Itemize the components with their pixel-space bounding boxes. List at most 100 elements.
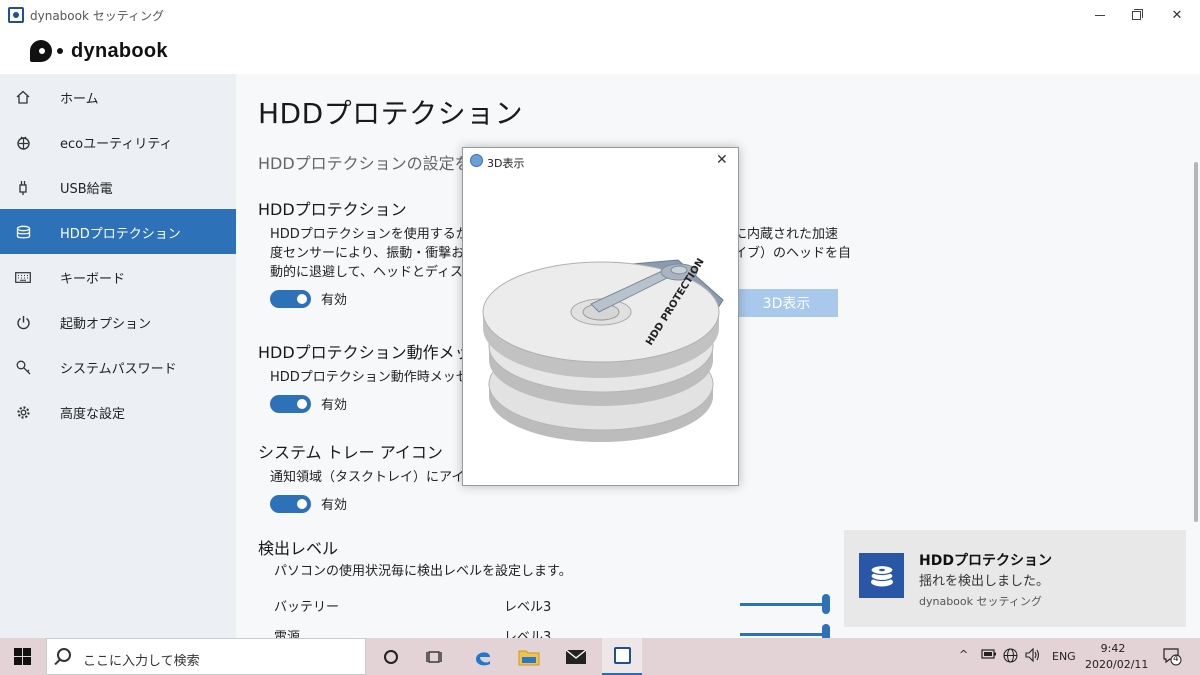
- message-toggle-row: 有効: [270, 394, 347, 413]
- taskbar: ここに入力して検索 ^ ENG 9:42 2020/02/11 4: [0, 638, 1200, 675]
- slider-track: [740, 633, 830, 636]
- app-icon: [8, 7, 24, 23]
- dynabook-settings-icon: [614, 647, 631, 664]
- hdd-protection-app-icon: [859, 553, 904, 598]
- battery-icon[interactable]: [981, 648, 997, 663]
- sidebar: ホーム ecoユーティリティ USB給電 HDDプロテクション キーボード 起動…: [0, 74, 236, 638]
- cortana-button[interactable]: [376, 642, 406, 672]
- windows-logo-icon: [14, 648, 22, 656]
- logo-dot: [57, 48, 63, 54]
- folder-icon: [518, 650, 540, 666]
- hdd-protection-toggle[interactable]: [270, 289, 311, 308]
- minimize-icon: [1095, 14, 1105, 16]
- cortana-icon: [384, 650, 398, 664]
- sidebar-item-advanced-settings[interactable]: 高度な設定: [0, 389, 236, 434]
- sidebar-item-system-password[interactable]: システムパスワード: [0, 344, 236, 389]
- sidebar-item-label: USB給電: [60, 182, 113, 197]
- sidebar-item-keyboard[interactable]: キーボード: [0, 254, 236, 299]
- mail-icon: [565, 649, 587, 664]
- sidebar-item-home[interactable]: ホーム: [0, 74, 236, 119]
- keyboard-icon: [14, 268, 32, 286]
- battery-level-slider[interactable]: [740, 594, 830, 614]
- show-hidden-icons-button[interactable]: ^: [959, 648, 968, 661]
- windows-logo-icon: [23, 648, 31, 656]
- sidebar-item-label: キーボード: [60, 272, 126, 287]
- level-row-value-ac: レベル3: [504, 630, 552, 638]
- database-icon: [14, 223, 32, 241]
- description-line: イブ）のヘッドを自: [734, 246, 852, 261]
- description-line: に内蔵された加速: [734, 227, 839, 242]
- network-globe-icon[interactable]: [1003, 648, 1018, 666]
- toast-title: HDDプロテクション: [919, 553, 1052, 569]
- sidebar-item-hdd-protection[interactable]: HDDプロテクション: [0, 209, 236, 254]
- input-language-indicator[interactable]: ENG: [1052, 650, 1076, 663]
- page-description: HDDプロテクションの設定を行: [258, 154, 487, 173]
- search-placeholder: ここに入力して検索: [83, 654, 200, 669]
- restore-icon: [1131, 8, 1143, 20]
- 3d-view-button[interactable]: 3D表示: [735, 289, 838, 317]
- system-clock[interactable]: 9:42 2020/02/11: [1085, 641, 1149, 673]
- close-button[interactable]: ✕: [1154, 0, 1200, 30]
- sidebar-item-eco[interactable]: ecoユーティリティ: [0, 119, 236, 164]
- level-row-label-ac: 電源: [274, 630, 301, 638]
- gear-icon: [14, 403, 32, 421]
- home-icon: [14, 88, 32, 106]
- slider-track: [740, 603, 830, 606]
- sidebar-item-label: ホーム: [60, 92, 99, 107]
- section-title-detection-level: 検出レベル: [258, 539, 339, 558]
- toggle-label: 有効: [321, 293, 348, 308]
- hdd-protection-description-right: に内蔵された加速 イブ）のヘッドを自: [734, 225, 944, 263]
- sidebar-item-label: 高度な設定: [60, 407, 126, 422]
- close-icon: ✕: [716, 152, 728, 168]
- task-view-button[interactable]: [420, 642, 450, 672]
- start-button[interactable]: [14, 648, 31, 665]
- sidebar-item-usb[interactable]: USB給電: [0, 164, 236, 209]
- key-icon: [14, 358, 32, 376]
- eco-icon: [14, 133, 32, 151]
- restore-button[interactable]: [1113, 0, 1159, 30]
- notification-count: 4: [1173, 654, 1179, 664]
- mail-button[interactable]: [561, 642, 591, 672]
- edge-icon: [476, 652, 490, 666]
- action-center-button[interactable]: 4: [1162, 646, 1182, 666]
- windows-logo-icon: [14, 657, 22, 665]
- section-title-hdd-protection: HDDプロテクション: [258, 200, 407, 219]
- task-view-icon: [426, 651, 442, 663]
- dynabook-settings-taskbar-button[interactable]: [602, 638, 642, 675]
- sidebar-item-label: 起動オプション: [60, 317, 152, 332]
- sidebar-item-startup-options[interactable]: 起動オプション: [0, 299, 236, 344]
- file-explorer-button[interactable]: [514, 642, 544, 672]
- windows-logo-icon: [23, 657, 31, 665]
- taskbar-search-box[interactable]: ここに入力して検索: [46, 638, 366, 675]
- hdd-protection-toggle-row: 有効: [270, 289, 347, 308]
- section-title-tray-icon: システム トレー アイコン: [258, 443, 443, 462]
- sidebar-item-label: HDDプロテクション: [60, 227, 181, 242]
- edge-button[interactable]: [468, 642, 498, 672]
- level-row-label-battery: バッテリー: [274, 600, 340, 615]
- usb-icon: [14, 178, 32, 196]
- tray-icon-toggle[interactable]: [270, 494, 311, 513]
- message-toggle[interactable]: [270, 394, 311, 413]
- power-icon: [14, 313, 32, 331]
- toggle-label: 有効: [321, 498, 348, 513]
- page-title: HDDプロテクション: [258, 97, 524, 130]
- clock-time: 9:42: [1100, 642, 1126, 655]
- window-title: dynabook セッティング: [30, 9, 165, 23]
- clock-date: 2020/02/11: [1085, 658, 1149, 671]
- vertical-scrollbar[interactable]: [1194, 162, 1198, 522]
- toast-message: 揺れを検出しました。: [919, 574, 1050, 589]
- close-icon: ✕: [1171, 7, 1183, 23]
- dialog-close-button[interactable]: ✕: [716, 152, 728, 168]
- slider-thumb[interactable]: [822, 624, 830, 638]
- slider-thumb[interactable]: [822, 594, 830, 614]
- level-row-value-battery: レベル3: [504, 600, 552, 615]
- volume-icon[interactable]: [1025, 647, 1040, 665]
- sidebar-item-label: システムパスワード: [60, 362, 177, 377]
- 3d-view-app-icon: [470, 154, 483, 167]
- toast-source: dynabook セッティング: [919, 595, 1042, 608]
- toast-notification[interactable]: HDDプロテクション 揺れを検出しました。 dynabook セッティング: [844, 530, 1186, 627]
- toggle-label: 有効: [321, 398, 348, 413]
- hdd-3d-model: HDD PROTECTION: [482, 257, 724, 442]
- ac-level-slider[interactable]: [740, 624, 830, 638]
- 3d-view-dialog: 3D表示 ✕ HDD PROTECTION: [462, 147, 739, 486]
